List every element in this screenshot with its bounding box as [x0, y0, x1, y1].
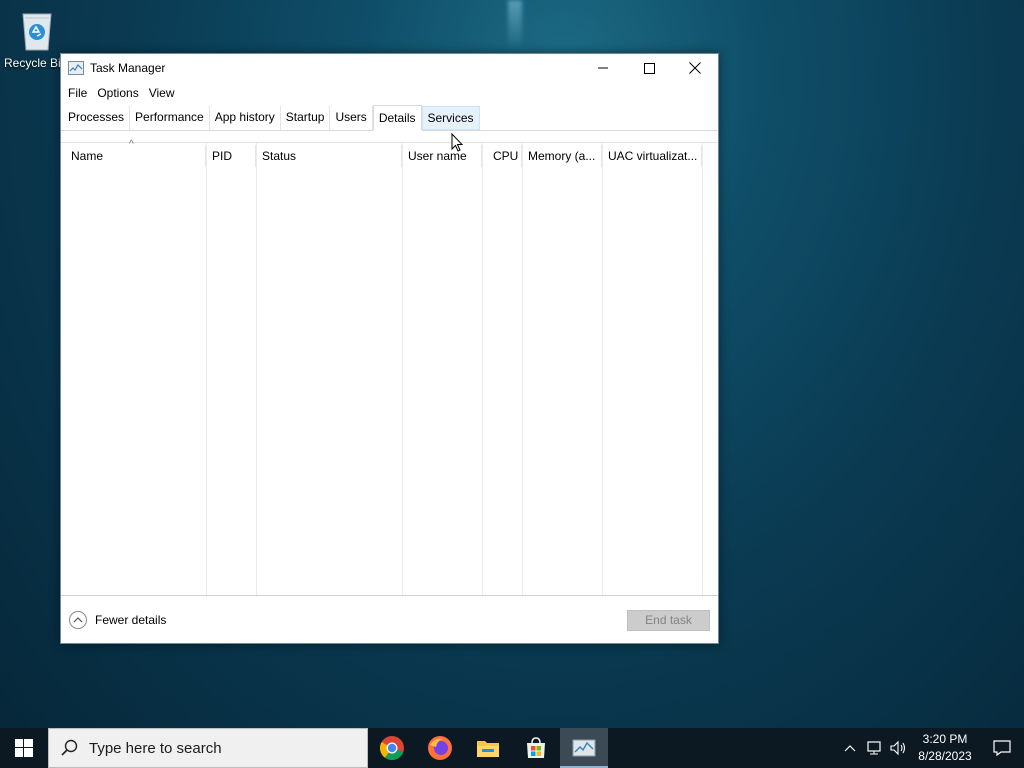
minimize-button[interactable] [580, 54, 626, 82]
windows-logo-icon [15, 739, 33, 757]
title-bar[interactable]: Task Manager [61, 54, 718, 82]
start-button[interactable] [0, 728, 48, 768]
recycle-bin-icon [17, 6, 57, 52]
close-icon [689, 62, 701, 74]
end-task-button[interactable]: End task [627, 610, 710, 631]
sort-ascending-icon: ^ [129, 139, 134, 150]
chrome-icon [379, 736, 404, 761]
column-header-user-name[interactable]: User name [402, 145, 482, 167]
column-header-cpu[interactable]: CPU [482, 145, 522, 167]
show-hidden-icons-button[interactable] [838, 728, 862, 768]
notification-icon [993, 740, 1011, 756]
window-title: Task Manager [90, 61, 166, 75]
search-icon [61, 739, 78, 756]
clock-date: 8/28/2023 [918, 749, 972, 763]
window-footer: Fewer details End task [61, 595, 718, 643]
tab-app-history[interactable]: App history [210, 106, 281, 130]
details-table[interactable]: ^ Name PID Status User name CPU Memory (… [61, 139, 718, 597]
tab-performance[interactable]: Performance [130, 106, 210, 130]
clock[interactable]: 3:20 PM 8/28/2023 [910, 731, 980, 765]
fewer-details-label: Fewer details [95, 612, 167, 627]
speaker-icon [890, 740, 906, 756]
task-manager-window[interactable]: Task Manager File Options View Processes… [60, 53, 719, 644]
tab-users[interactable]: Users [330, 106, 373, 130]
tab-services[interactable]: Services [421, 106, 480, 130]
taskbar-microsoft-store[interactable] [512, 728, 560, 768]
tab-processes[interactable]: Processes [63, 106, 131, 130]
menu-file[interactable]: File [63, 82, 92, 104]
taskbar-chrome[interactable] [368, 728, 416, 768]
taskbar-task-manager[interactable] [560, 728, 608, 768]
search-box[interactable]: Type here to search [48, 728, 368, 768]
column-dividers [61, 143, 718, 597]
close-button[interactable] [672, 54, 718, 82]
minimize-icon [598, 67, 608, 69]
system-tray: 3:20 PM 8/28/2023 [838, 728, 1024, 768]
tab-details[interactable]: Details [372, 105, 422, 131]
search-placeholder: Type here to search [89, 739, 222, 757]
clock-time: 3:20 PM [922, 732, 968, 746]
file-explorer-icon [477, 741, 499, 757]
column-header-status[interactable]: Status [256, 145, 402, 167]
menu-view[interactable]: View [144, 82, 180, 104]
task-manager-icon [572, 739, 596, 757]
chevron-up-icon [844, 745, 856, 752]
tab-startup[interactable]: Startup [281, 106, 331, 130]
menu-options[interactable]: Options [92, 82, 143, 104]
mouse-cursor-icon [451, 133, 463, 152]
network-button[interactable] [862, 728, 886, 768]
network-icon [867, 741, 881, 755]
table-header: ^ Name PID Status User name CPU Memory (… [61, 139, 718, 167]
tab-strip: Processes Performance App history Startu… [61, 104, 718, 131]
taskbar-firefox[interactable] [416, 728, 464, 768]
recycle-bin-label: Recycle Bin [4, 56, 60, 70]
column-header-pid[interactable]: PID [206, 145, 256, 167]
task-manager-app-icon [68, 61, 84, 75]
volume-button[interactable] [886, 728, 910, 768]
action-center-button[interactable] [980, 728, 1024, 768]
taskbar-file-explorer[interactable] [464, 728, 512, 768]
firefox-icon [428, 736, 452, 760]
maximize-button[interactable] [626, 54, 672, 82]
chevron-up-icon [69, 610, 87, 629]
maximize-icon [643, 62, 655, 74]
column-header-memory[interactable]: Memory (a... [522, 145, 602, 167]
fewer-details-button[interactable]: Fewer details [69, 610, 167, 629]
desktop-light-beam [508, 0, 522, 50]
column-header-uac-virtualization[interactable]: UAC virtualizat... [602, 145, 702, 167]
menu-bar: File Options View [61, 82, 718, 104]
taskbar: Type here to search 3:20 PM 8/28/2023 [0, 728, 1024, 768]
microsoft-store-icon [527, 737, 545, 758]
